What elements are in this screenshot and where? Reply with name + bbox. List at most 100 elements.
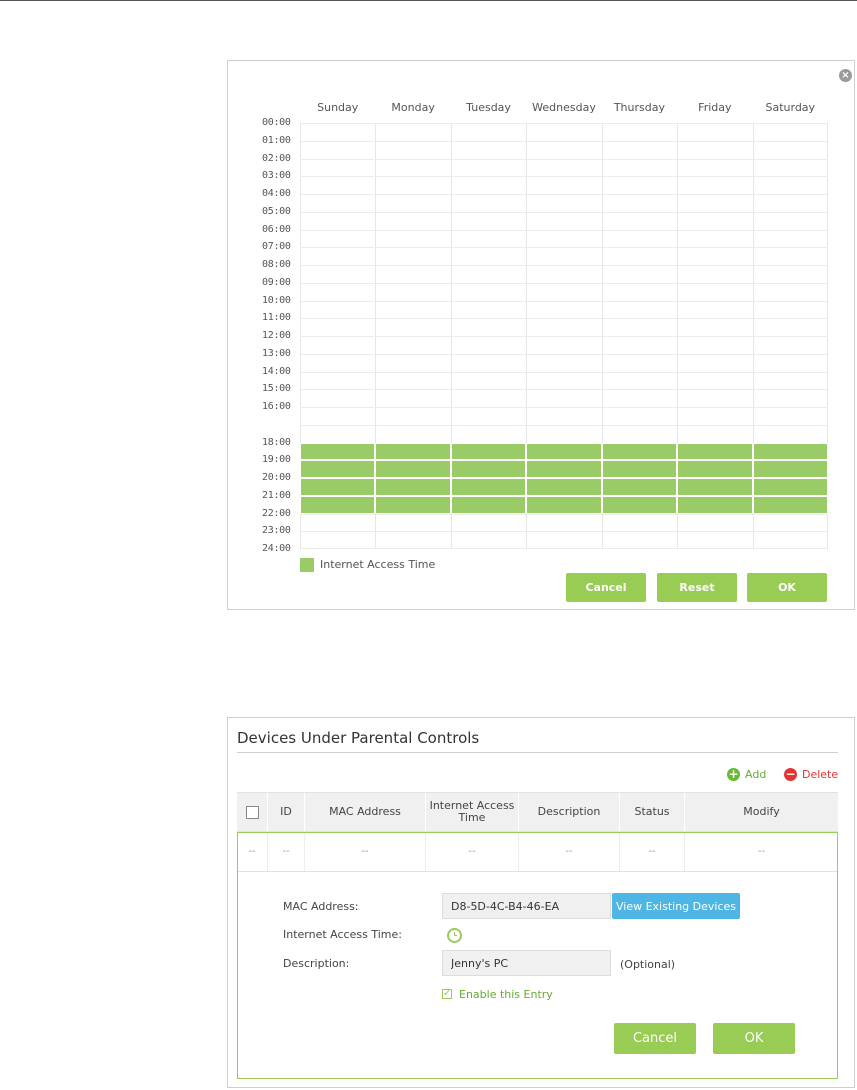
- access-time-cell[interactable]: [601, 495, 678, 514]
- row-cell-status: --: [620, 832, 685, 871]
- grid-hline: [300, 318, 828, 320]
- access-time-cell[interactable]: [601, 478, 678, 496]
- minus-circle-icon: −: [784, 767, 797, 781]
- grid-hline: [300, 140, 828, 142]
- access-time-cell[interactable]: [677, 495, 753, 514]
- clock-icon[interactable]: [447, 928, 462, 943]
- column-header-mac: MAC Address: [305, 793, 426, 831]
- grid-hline: [300, 531, 828, 533]
- device-cancel-button[interactable]: Cancel: [614, 1023, 696, 1054]
- row-cell-select: --: [237, 832, 268, 871]
- select-all-checkbox[interactable]: [245, 805, 259, 819]
- hour-label: 20:00: [262, 472, 291, 483]
- day-header-tuesday: Tuesday: [466, 101, 511, 114]
- access-time-cell[interactable]: [375, 460, 451, 478]
- access-time-cell[interactable]: [450, 460, 527, 478]
- close-icon[interactable]: ×: [839, 69, 852, 82]
- access-time-cell[interactable]: [526, 478, 602, 496]
- schedule-cancel-button[interactable]: Cancel: [566, 573, 646, 602]
- access-time-cell[interactable]: [752, 442, 828, 461]
- table-header: ID MAC Address Internet Access Time Desc…: [237, 792, 838, 832]
- checkmark-icon: ✓: [442, 988, 452, 999]
- grid-hline: [300, 123, 828, 124]
- access-time-cell[interactable]: [450, 478, 527, 496]
- description-label: Description:: [283, 957, 350, 970]
- schedule-reset-button[interactable]: Reset: [657, 573, 737, 602]
- access-time-cell[interactable]: [752, 478, 828, 496]
- access-time-cell[interactable]: [526, 495, 602, 514]
- hour-label: 10:00: [262, 294, 291, 306]
- title-divider: [237, 752, 838, 753]
- hour-label: 04:00: [262, 188, 291, 199]
- grid-hline: [300, 300, 828, 302]
- legend-swatch: [300, 558, 314, 572]
- hour-label: 23:00: [262, 525, 291, 537]
- access-time-cell[interactable]: [300, 478, 376, 496]
- section-title: Devices Under Parental Controls: [237, 729, 480, 747]
- hour-label: 09:00: [262, 276, 291, 288]
- schedule-ok-button[interactable]: OK: [747, 573, 827, 602]
- hour-label: 22:00: [262, 507, 291, 519]
- hour-label: 16:00: [262, 401, 291, 412]
- hour-label: 14:00: [262, 365, 291, 377]
- hour-label: 21:00: [262, 489, 291, 501]
- internet-access-time-label: Internet Access Time:: [283, 928, 402, 941]
- day-header-sunday: Sunday: [317, 101, 359, 114]
- grid-hline: [300, 247, 828, 249]
- day-header-monday: Monday: [391, 101, 435, 114]
- schedule-grid[interactable]: [300, 123, 828, 549]
- grid-hline: [300, 194, 828, 195]
- access-time-cell[interactable]: [300, 460, 376, 478]
- hour-label: 24:00: [262, 543, 291, 554]
- schedule-panel: × Sunday Monday Tuesday Wednesday Thursday Fr…: [227, 60, 855, 610]
- column-header-access-time: Internet Access Time: [426, 793, 519, 831]
- grid-hline: [300, 282, 828, 284]
- grid-hline: [300, 513, 828, 515]
- access-time-cell[interactable]: [450, 495, 527, 514]
- access-time-cell[interactable]: [677, 478, 753, 496]
- delete-label: Delete: [802, 768, 839, 781]
- column-header-modify: Modify: [743, 805, 780, 818]
- row-cell-mac: --: [305, 832, 426, 871]
- plus-circle-icon: +: [727, 767, 740, 781]
- grid-hline: [300, 389, 828, 391]
- view-existing-devices-button[interactable]: View Existing Devices: [612, 893, 740, 919]
- access-time-cell[interactable]: [300, 442, 376, 461]
- access-time-cell[interactable]: [526, 460, 602, 478]
- access-time-cell[interactable]: [526, 442, 602, 461]
- column-header-description: Description: [519, 793, 620, 831]
- access-time-cell[interactable]: [601, 460, 678, 478]
- devices-panel: Devices Under Parental Controls + Add − …: [227, 717, 855, 1088]
- day-headers: Sunday Monday Tuesday Wednesday Thursday Frid…: [300, 101, 828, 119]
- grid-hline: [300, 158, 828, 160]
- enable-entry-label: Enable this Entry: [459, 988, 553, 1001]
- access-time-cell[interactable]: [752, 460, 828, 478]
- select-all-cell: [237, 793, 268, 831]
- access-time-cell[interactable]: [677, 442, 753, 461]
- optional-hint: (Optional): [620, 958, 676, 971]
- access-time-cell[interactable]: [375, 442, 451, 461]
- access-time-cell[interactable]: [300, 495, 376, 514]
- access-time-cell[interactable]: [752, 495, 828, 514]
- hour-label: 18:00: [262, 436, 291, 448]
- access-time-cell[interactable]: [601, 442, 678, 461]
- hour-label: 12:00: [262, 330, 291, 341]
- grid-hline: [300, 407, 828, 408]
- grid-hline: [300, 424, 828, 426]
- page-top-rule: [0, 0, 857, 1]
- hour-label: 03:00: [262, 170, 291, 182]
- access-time-cell[interactable]: [677, 460, 753, 478]
- day-header-thursday: Thursday: [613, 101, 665, 114]
- access-time-cell[interactable]: [450, 442, 527, 461]
- mac-address-input[interactable]: [442, 893, 611, 919]
- table-row: -- -- -- -- -- -- --: [237, 832, 838, 872]
- hour-label: 08:00: [262, 259, 291, 270]
- device-ok-button[interactable]: OK: [713, 1023, 795, 1054]
- access-time-cell[interactable]: [375, 478, 451, 496]
- access-time-cell[interactable]: [375, 495, 451, 514]
- add-label: Add: [745, 768, 767, 781]
- day-header-saturday: Saturday: [765, 101, 816, 114]
- description-input[interactable]: [442, 950, 611, 976]
- day-header-wednesday: Wednesday: [532, 101, 596, 114]
- day-header-friday: Friday: [698, 101, 732, 114]
